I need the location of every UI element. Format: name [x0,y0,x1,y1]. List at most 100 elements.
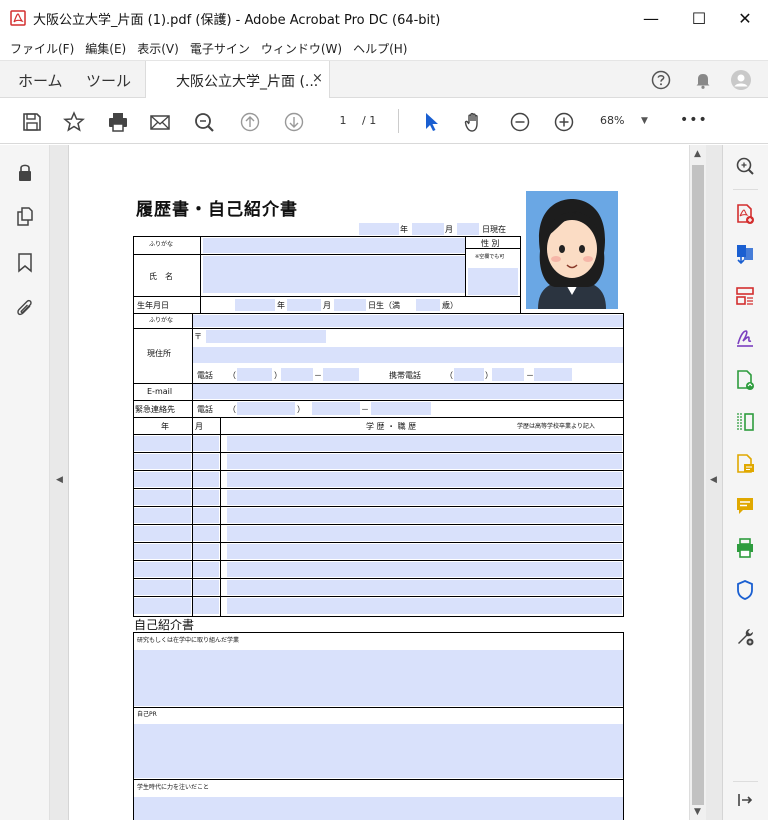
export-pdf-icon[interactable] [734,243,756,265]
zoom-in-icon[interactable] [552,110,576,134]
date-year-field[interactable] [359,223,399,235]
account-avatar-icon[interactable] [730,69,752,91]
history-row-year[interactable] [134,598,191,614]
comment-icon[interactable] [734,495,756,517]
history-row-entry[interactable] [227,508,622,523]
history-row-month[interactable] [193,562,219,577]
attachment-icon[interactable] [14,297,36,319]
mobile-number-field[interactable] [534,368,572,381]
emergency-number-field[interactable] [371,402,431,415]
document-viewport[interactable]: 履歴書・自己紹介書 年 月 日現在 ふりがな 性 別 ※空欄でも可 氏 名 生年… [69,145,689,820]
menu-esign[interactable]: 電子サイン [190,40,250,57]
more-tools-icon[interactable]: ••• [680,110,708,130]
comment-export-icon[interactable] [734,453,756,475]
history-row-entry[interactable] [227,598,622,614]
mobile-area-field[interactable] [454,368,484,381]
menu-help[interactable]: ヘルプ(H) [353,40,407,57]
fill-sign-icon[interactable] [734,327,756,349]
history-row-year[interactable] [134,544,191,559]
email-icon[interactable] [148,110,172,134]
history-row-month[interactable] [193,598,219,614]
history-row-month[interactable] [193,508,219,523]
tab-tools[interactable]: ツール [86,70,131,91]
create-pdf-icon[interactable] [734,203,756,225]
history-row-month[interactable] [193,472,219,487]
date-day-field[interactable] [457,223,479,235]
menu-view[interactable]: 表示(V) [137,40,179,57]
history-row-year[interactable] [134,580,191,595]
history-row-entry[interactable] [227,526,622,541]
history-row-year[interactable] [134,472,191,487]
birth-month-field[interactable] [287,299,321,311]
menu-window[interactable]: ウィンドウ(W) [261,40,342,57]
page-down-icon[interactable] [282,110,306,134]
history-row-entry[interactable] [227,544,622,559]
scroll-up-arrow-icon[interactable]: ▲ [694,149,701,159]
history-row-year[interactable] [134,526,191,541]
search-zoom-icon[interactable] [192,110,216,134]
notification-bell-icon[interactable] [692,69,714,91]
menu-file[interactable]: ファイル(F) [10,40,74,57]
history-row-entry[interactable] [227,562,622,577]
age-field[interactable] [416,299,440,311]
tab-home[interactable]: ホーム [18,70,63,91]
tab-close-icon[interactable]: × [312,71,323,86]
bookmark-star-icon[interactable] [62,110,86,134]
history-row-year[interactable] [134,490,191,505]
history-row-entry[interactable] [227,436,622,451]
scroll-down-arrow-icon[interactable]: ▼ [694,807,701,817]
gender-field[interactable] [468,268,518,295]
history-row-entry[interactable] [227,454,622,469]
collapse-left-arrow-icon[interactable]: ◀ [56,475,63,485]
close-button[interactable]: ✕ [722,0,768,36]
history-row-month[interactable] [193,436,219,451]
emergency-exchange-field[interactable] [312,402,360,415]
tel-number-field[interactable] [323,368,359,381]
birth-year-field[interactable] [235,299,275,311]
name-field[interactable] [203,256,465,293]
history-row-month[interactable] [193,526,219,541]
history-row-entry[interactable] [227,490,622,505]
history-row-year[interactable] [134,454,191,469]
email-field[interactable] [193,384,623,399]
date-month-field[interactable] [412,223,444,235]
maximize-button[interactable]: ☐ [676,0,722,36]
address-furigana-field[interactable] [193,315,623,327]
history-row-entry[interactable] [227,580,622,595]
more-tools-wrench-icon[interactable] [734,625,756,647]
page-thumbnails-icon[interactable] [14,205,36,227]
history-row-month[interactable] [193,544,219,559]
tel-area-field[interactable] [237,368,272,381]
left-panel-collapse[interactable]: ◀ [50,145,69,820]
print-production-icon[interactable] [734,537,756,559]
postal-code-field[interactable] [206,330,326,343]
page-number-input[interactable]: 1 [328,110,358,132]
zoom-search-icon[interactable] [734,155,756,177]
minimize-button[interactable]: — [628,0,674,36]
history-row-month[interactable] [193,454,219,469]
pr-field[interactable] [134,724,623,778]
mobile-exchange-field[interactable] [492,368,524,381]
select-cursor-icon[interactable] [420,110,444,134]
history-row-year[interactable] [134,436,191,451]
right-panel-collapse[interactable]: ◀ [706,145,723,820]
print-icon[interactable] [106,110,130,134]
history-row-year[interactable] [134,562,191,577]
history-row-month[interactable] [193,490,219,505]
emergency-area-field[interactable] [237,402,295,415]
bookmarks-icon[interactable] [14,251,36,273]
zoom-dropdown-icon[interactable]: ▼ [641,110,648,132]
lock-icon[interactable] [14,161,36,183]
protect-shield-icon[interactable] [734,579,756,601]
collapse-right-arrow-icon[interactable]: ◀ [710,475,717,485]
expand-panel-icon[interactable] [734,789,756,811]
history-row-month[interactable] [193,580,219,595]
save-icon[interactable] [20,110,44,134]
organize-pages-icon[interactable] [734,285,756,307]
zoom-out-icon[interactable] [508,110,532,134]
page-up-icon[interactable] [238,110,262,134]
menu-edit[interactable]: 編集(E) [85,40,126,57]
birth-day-field[interactable] [334,299,366,311]
history-row-year[interactable] [134,508,191,523]
help-icon[interactable] [650,69,672,91]
